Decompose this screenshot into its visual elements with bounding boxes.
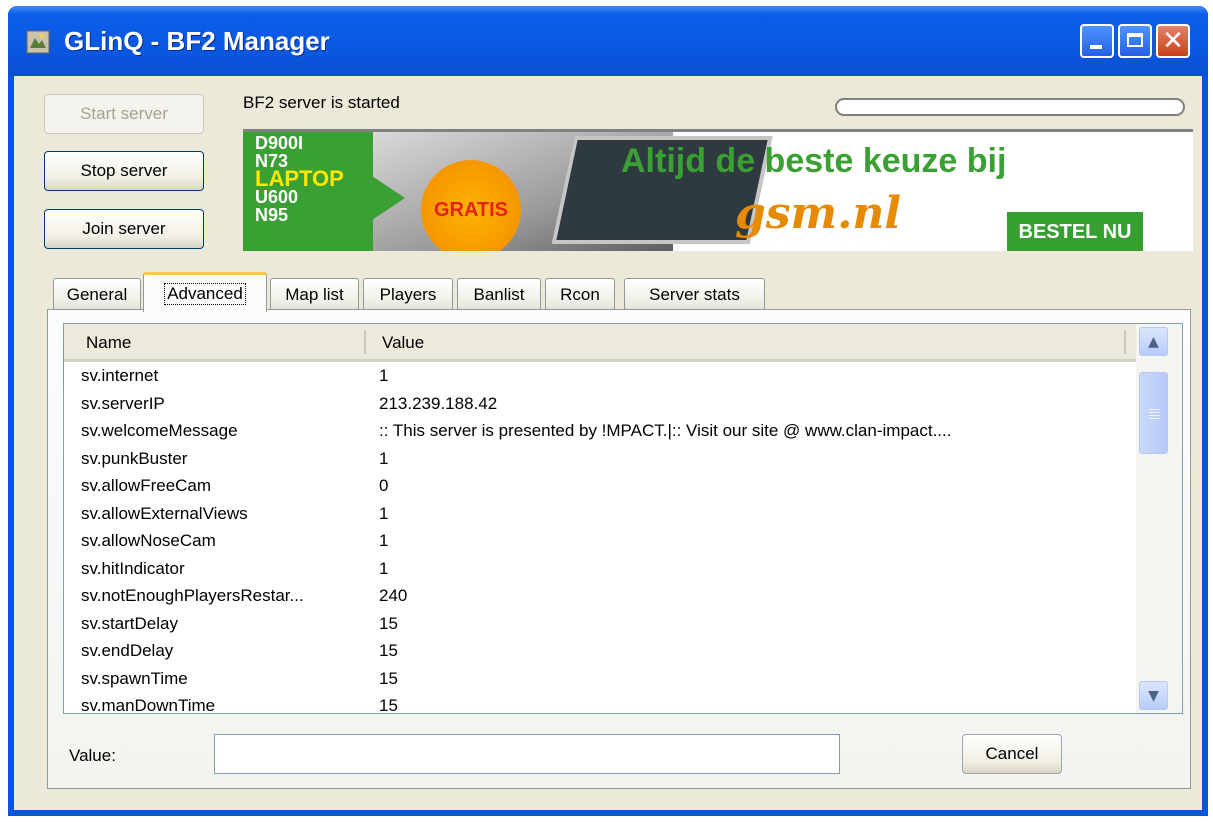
setting-name: sv.notEnoughPlayersRestar...: [81, 586, 304, 605]
tab-players[interactable]: Players: [363, 278, 453, 310]
vertical-scrollbar[interactable]: ▲ ▼: [1136, 324, 1182, 713]
column-divider[interactable]: [1124, 330, 1126, 354]
tab-map-list[interactable]: Map list: [270, 278, 359, 310]
thumb-grip: [1149, 418, 1160, 419]
banner-model-item: N95: [255, 205, 289, 225]
cancel-button[interactable]: Cancel: [962, 734, 1062, 774]
chevron-down-icon: ▼: [1148, 687, 1159, 704]
setting-value: 240: [379, 586, 408, 605]
setting-value: 1: [379, 503, 389, 523]
list-item[interactable]: sv.allowExternalViews 1: [64, 500, 1136, 528]
setting-value: 15: [379, 613, 398, 633]
tab-general[interactable]: General: [53, 278, 141, 310]
setting-value: 15: [379, 668, 398, 688]
value-input[interactable]: [214, 734, 840, 774]
list-rows: sv.internet 1 sv.serverIP 213.239.188.42 sv.…: [64, 362, 1136, 714]
server-status-text: BF2 server is started: [243, 93, 400, 112]
banner-order-button[interactable]: BESTEL NU: [1007, 212, 1143, 251]
list-item[interactable]: sv.serverIP 213.239.188.42: [64, 390, 1136, 418]
banner-gratis-badge: GRATIS: [421, 160, 521, 251]
list-item[interactable]: sv.hitIndicator 1: [64, 555, 1136, 583]
scroll-down-button[interactable]: ▼: [1139, 681, 1168, 710]
tab-advanced-label: Advanced: [164, 282, 246, 305]
thumb-grip: [1149, 412, 1160, 413]
advertisement-banner[interactable]: D900I N73 LAPTOP U600 N95 GRATIS Altijd de b…: [243, 129, 1193, 251]
banner-model-item: LAPTOP: [255, 166, 344, 191]
setting-name: sv.welcomeMessage: [81, 421, 238, 440]
setting-value: 15: [379, 696, 398, 714]
tab-advanced[interactable]: Advanced: [143, 272, 267, 312]
setting-value: 1: [379, 366, 389, 385]
banner-models-list: D900I N73 LAPTOP U600 N95: [255, 134, 344, 224]
banner-model-item: D900I: [255, 133, 304, 153]
setting-name: sv.startDelay: [81, 613, 178, 633]
setting-value: 213.239.188.42: [379, 393, 498, 413]
thumb-grip: [1149, 409, 1160, 410]
list-item[interactable]: sv.manDownTime 15: [64, 692, 1136, 714]
banner-headline: Altijd de beste keuze bij: [621, 142, 1007, 180]
list-header: Name Value: [64, 324, 1136, 362]
tab-server-stats[interactable]: Server stats: [624, 278, 765, 310]
setting-value: 15: [379, 641, 398, 660]
banner-arrow-icon: [363, 170, 405, 226]
app-icon: [26, 30, 50, 54]
minimize-icon: [1090, 45, 1102, 49]
setting-name: sv.spawnTime: [81, 668, 188, 688]
stop-server-button[interactable]: Stop server: [44, 151, 204, 191]
maximize-icon: [1127, 33, 1143, 47]
progress-bar: [835, 98, 1185, 116]
banner-logo: gsm.nl: [735, 188, 902, 239]
settings-list[interactable]: Name Value sv.internet 1 sv.serverIP 213.23…: [63, 323, 1183, 714]
list-item[interactable]: sv.notEnoughPlayersRestar... 240: [64, 582, 1136, 610]
minimize-button[interactable]: [1080, 24, 1114, 58]
setting-name: sv.internet: [81, 366, 159, 385]
value-label: Value:: [69, 746, 116, 765]
setting-value: 1: [379, 448, 389, 468]
setting-name: sv.manDownTime: [81, 696, 216, 714]
close-icon: ✕: [1162, 26, 1184, 56]
list-item[interactable]: sv.allowFreeCam 0: [64, 472, 1136, 500]
setting-value: :: This server is presented by !MPACT.|:…: [379, 421, 952, 440]
list-item[interactable]: sv.startDelay 15: [64, 610, 1136, 638]
setting-name: sv.allowNoseCam: [81, 531, 216, 550]
scrollbar-thumb[interactable]: [1139, 372, 1168, 454]
app-window: GLinQ - BF2 Manager ✕ Start server Stop …: [8, 6, 1208, 816]
join-server-button[interactable]: Join server: [44, 209, 204, 249]
setting-name: sv.serverIP: [81, 393, 165, 413]
scroll-up-button[interactable]: ▲: [1139, 327, 1168, 356]
chevron-up-icon: ▲: [1148, 333, 1159, 350]
column-header-value[interactable]: Value: [382, 333, 424, 353]
setting-name: sv.punkBuster: [81, 448, 188, 468]
title-bar[interactable]: GLinQ - BF2 Manager ✕: [8, 6, 1208, 76]
setting-value: 1: [379, 558, 389, 578]
maximize-button[interactable]: [1118, 24, 1152, 58]
column-divider[interactable]: [364, 330, 366, 354]
setting-value: 1: [379, 531, 389, 550]
setting-name: sv.hitIndicator: [81, 558, 185, 578]
list-item[interactable]: sv.endDelay 15: [64, 637, 1136, 665]
list-item[interactable]: sv.internet 1: [64, 362, 1136, 390]
list-item[interactable]: sv.spawnTime 15: [64, 665, 1136, 693]
tab-banlist[interactable]: Banlist: [457, 278, 541, 310]
thumb-grip: [1149, 415, 1160, 416]
list-item[interactable]: sv.allowNoseCam 1: [64, 527, 1136, 555]
setting-name: sv.allowFreeCam: [81, 476, 212, 495]
list-item[interactable]: sv.welcomeMessage:: This server is prese…: [64, 417, 1136, 445]
window-title: GLinQ - BF2 Manager: [64, 26, 330, 56]
close-button[interactable]: ✕: [1156, 24, 1190, 58]
setting-value: 0: [379, 476, 389, 495]
setting-name: sv.allowExternalViews: [81, 503, 248, 523]
start-server-button[interactable]: Start server: [44, 94, 204, 134]
list-item[interactable]: sv.punkBuster 1: [64, 445, 1136, 473]
client-area: Start server Stop server Join server BF2…: [14, 76, 1202, 810]
setting-name: sv.endDelay: [81, 641, 174, 660]
column-header-name[interactable]: Name: [86, 333, 131, 353]
tab-rcon[interactable]: Rcon: [545, 278, 615, 310]
